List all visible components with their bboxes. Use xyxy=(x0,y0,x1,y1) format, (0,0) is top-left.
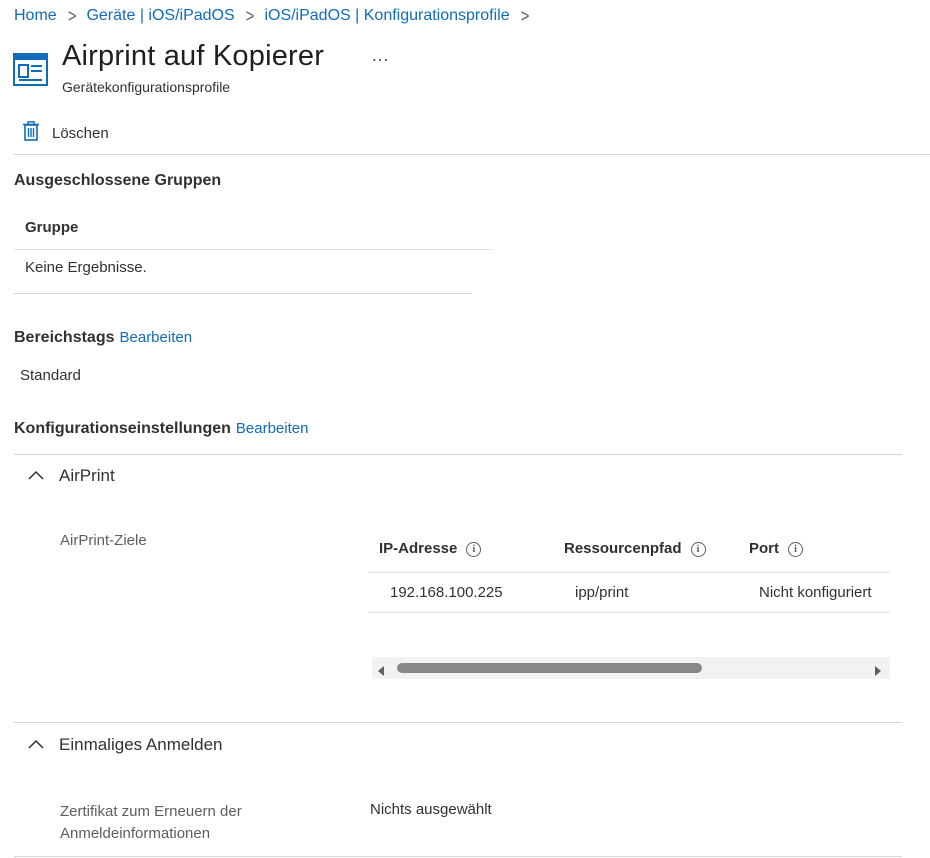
breadcrumb: Home > Geräte | iOS/iPadOS > iOS/iPadOS … xyxy=(14,5,539,27)
sso-certificate-value: Nichts ausgewählt xyxy=(370,801,492,818)
config-divider-bottom xyxy=(14,856,902,857)
chevron-up-icon xyxy=(28,736,44,754)
empty-results-text: Keine Ergebnisse. xyxy=(25,259,147,276)
sso-accordion-toggle[interactable]: Einmaliges Anmelden xyxy=(28,735,222,755)
breadcrumb-configuration-profiles[interactable]: iOS/iPadOS | Konfigurationsprofile xyxy=(264,7,509,25)
sso-heading: Einmaliges Anmelden xyxy=(59,735,223,754)
breadcrumb-ios-devices[interactable]: Geräte | iOS/iPadOS xyxy=(86,7,234,25)
port-cell: Nicht konfiguriert xyxy=(759,584,872,601)
resource-path-header-label: Ressourcenpfad xyxy=(564,540,682,557)
page-subtitle: Gerätekonfigurationsprofile xyxy=(62,79,231,95)
excluded-groups-title: Ausgeschlossene Gruppen xyxy=(14,172,222,189)
chevron-up-icon xyxy=(28,467,44,485)
scope-tags-edit-link[interactable]: Bearbeiten xyxy=(120,329,193,346)
port-header-label: Port xyxy=(749,540,779,557)
delete-button-label: Löschen xyxy=(52,125,109,142)
ip-address-header-label: IP-Adresse xyxy=(379,540,458,557)
config-settings-edit-link[interactable]: Bearbeiten xyxy=(236,420,309,437)
airprint-heading: AirPrint xyxy=(59,466,115,485)
airprint-row-divider xyxy=(368,612,890,613)
ip-address-column-header: IP-Adresse i xyxy=(379,540,482,557)
breadcrumb-separator: > xyxy=(245,5,255,27)
ip-address-cell: 192.168.100.225 xyxy=(390,584,503,601)
scroll-left-arrow-icon[interactable] xyxy=(378,663,385,681)
group-column-header: Gruppe xyxy=(25,219,79,236)
info-icon[interactable]: i xyxy=(788,542,803,557)
config-divider-middle xyxy=(14,722,902,723)
port-column-header: Port i xyxy=(749,540,803,557)
airprint-targets-label: AirPrint-Ziele xyxy=(60,532,147,549)
info-icon[interactable]: i xyxy=(466,542,482,557)
config-settings-title: Konfigurationseinstellungen xyxy=(14,420,231,437)
breadcrumb-separator: > xyxy=(520,5,530,27)
sso-certificate-label-line2: Anmeldeinformationen xyxy=(60,825,211,842)
profile-card-icon xyxy=(13,53,48,86)
sso-certificate-label: Zertifikat zum Erneuern der Anmeldeinfor… xyxy=(60,801,242,845)
breadcrumb-separator: > xyxy=(67,5,77,27)
info-icon[interactable]: i xyxy=(690,542,706,557)
scope-tags-section: Bereichstags Bearbeiten xyxy=(14,329,192,347)
resource-path-cell: ipp/print xyxy=(575,584,629,601)
scope-tag-value: Standard xyxy=(20,367,81,384)
trash-icon xyxy=(22,121,40,146)
delete-button[interactable]: Löschen xyxy=(22,121,109,146)
airprint-accordion-toggle[interactable]: AirPrint xyxy=(28,466,115,486)
airprint-header-divider xyxy=(368,572,890,573)
scope-tags-title: Bereichstags xyxy=(14,329,115,346)
scroll-right-arrow-icon[interactable] xyxy=(875,663,882,681)
resource-path-column-header: Ressourcenpfad i xyxy=(564,540,706,557)
config-divider-top xyxy=(14,454,902,455)
breadcrumb-home[interactable]: Home xyxy=(14,7,57,25)
more-options-button[interactable]: ... xyxy=(372,46,389,66)
config-settings-section: Konfigurationseinstellungen Bearbeiten xyxy=(14,420,308,438)
sso-certificate-label-line1: Zertifikat zum Erneuern der xyxy=(60,803,242,820)
table-bottom-divider xyxy=(14,293,472,294)
scrollbar-thumb[interactable] xyxy=(397,663,702,673)
toolbar-divider xyxy=(14,154,930,155)
page-title: Airprint auf Kopierer xyxy=(62,40,325,72)
table-header-divider xyxy=(14,249,491,250)
